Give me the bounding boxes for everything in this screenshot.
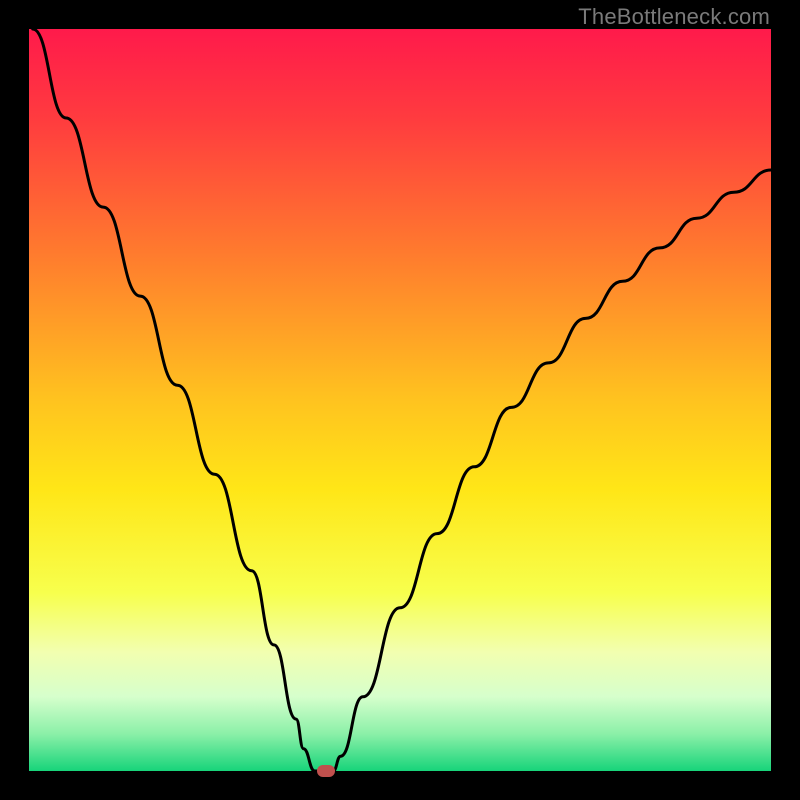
chart-canvas	[29, 29, 771, 771]
plot-frame	[29, 29, 771, 771]
watermark-text: TheBottleneck.com	[578, 4, 770, 30]
optimal-point-marker	[317, 765, 335, 777]
gradient-background	[29, 29, 771, 771]
